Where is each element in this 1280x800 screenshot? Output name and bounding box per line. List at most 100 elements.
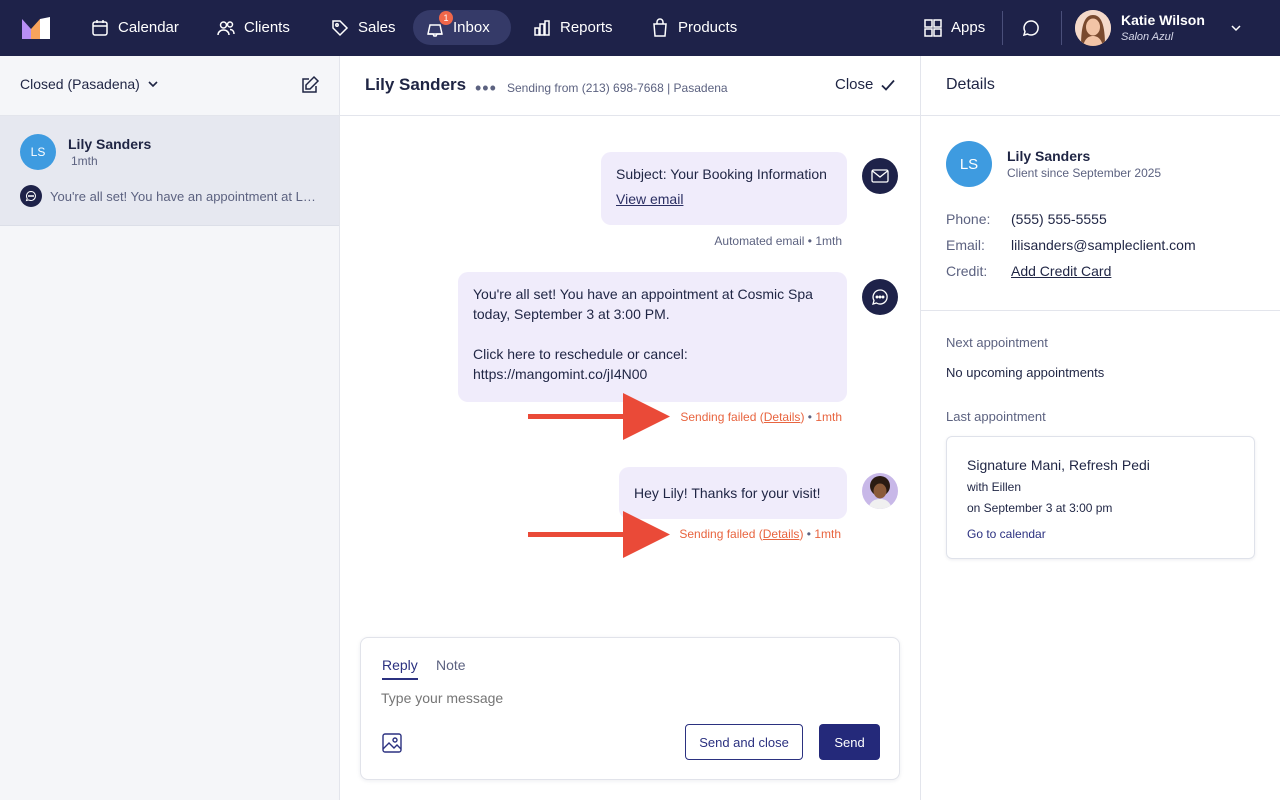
meta-time: 1mth bbox=[815, 234, 842, 248]
tag-icon bbox=[330, 18, 350, 38]
nav-inbox-label: Inbox bbox=[453, 19, 490, 36]
user-name[interactable]: Katie Wilson bbox=[1121, 12, 1205, 28]
chat-bubble-icon[interactable] bbox=[1021, 18, 1041, 38]
message-input[interactable] bbox=[381, 690, 881, 706]
conversation-item[interactable]: LS Lily Sanders 1mth You're all set! You… bbox=[0, 116, 339, 226]
nav-apps-label: Apps bbox=[951, 19, 986, 36]
appointment-time: on September 3 at 3:00 pm bbox=[967, 501, 1113, 515]
filter-label: Closed (Pasadena) bbox=[20, 76, 140, 92]
sms-line: Click here to reschedule or cancel: bbox=[473, 346, 688, 362]
user-location: Salon Azul bbox=[1121, 31, 1174, 43]
nav-calendar[interactable]: Calendar bbox=[78, 10, 191, 45]
conversation-title: Lily Sanders bbox=[365, 75, 467, 94]
sms-icon bbox=[862, 279, 898, 315]
conversation-header: Lily Sanders ••• Sending from (213) 698-… bbox=[340, 56, 920, 116]
conversation-list-panel: Closed (Pasadena) LS Lily Sanders 1mth Y… bbox=[0, 56, 340, 800]
checkmark-icon bbox=[880, 77, 896, 93]
meta-time: 1mth bbox=[814, 527, 841, 541]
nav-products-label: Products bbox=[678, 19, 738, 36]
message-meta: Sending failed (Details) • 1mth bbox=[679, 527, 841, 541]
conversation-filter-dropdown[interactable]: Closed (Pasadena) bbox=[20, 76, 160, 92]
red-arrow-annotation bbox=[528, 510, 670, 560]
top-navigation: Calendar Clients Sales 1 Inbox Reports P… bbox=[0, 0, 1280, 56]
sms-line: You're all set! You have an appointment … bbox=[473, 286, 813, 302]
staff-message-text: Hey Lily! Thanks for your visit! bbox=[634, 485, 821, 501]
client-name[interactable]: Lily Sanders bbox=[1007, 148, 1090, 164]
nav-reports-label: Reports bbox=[560, 19, 613, 36]
nav-divider bbox=[1061, 11, 1062, 45]
nav-apps[interactable]: Apps bbox=[911, 10, 997, 45]
details-panel: Details LS Lily Sanders Client since Sep… bbox=[921, 56, 1280, 800]
nav-reports[interactable]: Reports bbox=[520, 10, 625, 45]
phone-value: (555) 555-5555 bbox=[1011, 211, 1107, 227]
view-email-link[interactable]: View email bbox=[616, 191, 683, 207]
nav-inbox[interactable]: 1 Inbox bbox=[413, 10, 511, 45]
inbox-badge: 1 bbox=[439, 11, 453, 25]
sms-message: You're all set! You have an appointment … bbox=[458, 272, 847, 402]
send-and-close-button[interactable]: Send and close bbox=[685, 724, 803, 760]
conversation-list-header: Closed (Pasadena) bbox=[0, 56, 339, 116]
close-label: Close bbox=[835, 76, 874, 93]
image-attach-icon[interactable] bbox=[381, 732, 403, 754]
nav-calendar-label: Calendar bbox=[118, 19, 179, 36]
nav-products[interactable]: Products bbox=[638, 10, 749, 45]
sending-failed-status: Sending failed (Details) bbox=[679, 527, 804, 541]
send-button[interactable]: Send bbox=[819, 724, 880, 760]
conversation-name: Lily Sanders bbox=[68, 136, 152, 152]
apps-grid-icon bbox=[923, 18, 943, 38]
chevron-down-icon bbox=[146, 77, 160, 91]
appointment-title: Signature Mani, Refresh Pedi bbox=[967, 457, 1150, 473]
client-since: Client since September 2025 bbox=[1007, 166, 1162, 180]
details-title: Details bbox=[946, 76, 995, 93]
meta-time: 1mth bbox=[815, 410, 842, 424]
more-options-icon[interactable]: ••• bbox=[475, 78, 497, 99]
nav-divider bbox=[1002, 11, 1003, 45]
phone-label: Phone: bbox=[946, 211, 991, 227]
details-link[interactable]: Details bbox=[764, 410, 801, 424]
sms-line: today, September 3 at 3:00 PM. bbox=[473, 306, 670, 322]
nav-clients[interactable]: Clients bbox=[204, 10, 302, 45]
calendar-icon bbox=[90, 18, 110, 38]
sms-icon bbox=[20, 185, 42, 207]
go-to-calendar-link[interactable]: Go to calendar bbox=[967, 527, 1046, 541]
sms-line: https://mangomint.co/jI4N00 bbox=[473, 366, 648, 382]
details-link[interactable]: Details bbox=[763, 527, 800, 541]
nav-sales[interactable]: Sales bbox=[318, 10, 408, 45]
red-arrow-annotation bbox=[528, 392, 670, 442]
next-appointment-text: No upcoming appointments bbox=[946, 365, 1105, 380]
message-meta: Sending failed (Details) • 1mth bbox=[680, 410, 842, 424]
mangomint-logo[interactable] bbox=[22, 17, 52, 39]
details-header: Details bbox=[921, 56, 1280, 116]
sending-from: Sending from (213) 698-7668 | Pasadena bbox=[507, 81, 728, 95]
avatar: LS bbox=[946, 141, 992, 187]
last-appointment-card: Signature Mani, Refresh Pedi with Eillen… bbox=[946, 436, 1255, 559]
email-icon bbox=[862, 158, 898, 194]
add-credit-card-link[interactable]: Add Credit Card bbox=[1011, 263, 1111, 279]
divider bbox=[921, 310, 1280, 311]
sending-failed-status: Sending failed (Details) bbox=[680, 410, 805, 424]
conversation-preview: You're all set! You have an appointment … bbox=[50, 189, 320, 204]
tab-note[interactable]: Note bbox=[436, 657, 466, 673]
credit-label: Credit: bbox=[946, 263, 988, 279]
conversation-panel: Lily Sanders ••• Sending from (213) 698-… bbox=[340, 56, 921, 800]
next-appointment-label: Next appointment bbox=[946, 335, 1048, 350]
tab-reply[interactable]: Reply bbox=[382, 657, 418, 680]
user-avatar[interactable] bbox=[1075, 10, 1111, 46]
last-appointment-label: Last appointment bbox=[946, 409, 1046, 424]
shopping-bag-icon bbox=[650, 17, 670, 38]
compose-icon[interactable] bbox=[300, 75, 320, 95]
meta-source: Automated email bbox=[714, 234, 805, 248]
close-conversation-button[interactable]: Close bbox=[835, 76, 896, 93]
nav-clients-label: Clients bbox=[244, 19, 290, 36]
users-icon bbox=[216, 18, 236, 38]
appointment-staff: with Eillen bbox=[967, 480, 1022, 494]
avatar bbox=[862, 473, 898, 509]
message-meta: Automated email • 1mth bbox=[714, 234, 842, 248]
nav-sales-label: Sales bbox=[358, 19, 396, 36]
chevron-down-icon[interactable] bbox=[1229, 21, 1243, 35]
message-composer: Reply Note Send and close Send bbox=[360, 637, 900, 780]
bar-chart-icon bbox=[532, 18, 552, 38]
avatar: LS bbox=[20, 134, 56, 170]
email-subject: Subject: Your Booking Information bbox=[616, 166, 827, 182]
email-value: lilisanders@sampleclient.com bbox=[1011, 237, 1196, 253]
